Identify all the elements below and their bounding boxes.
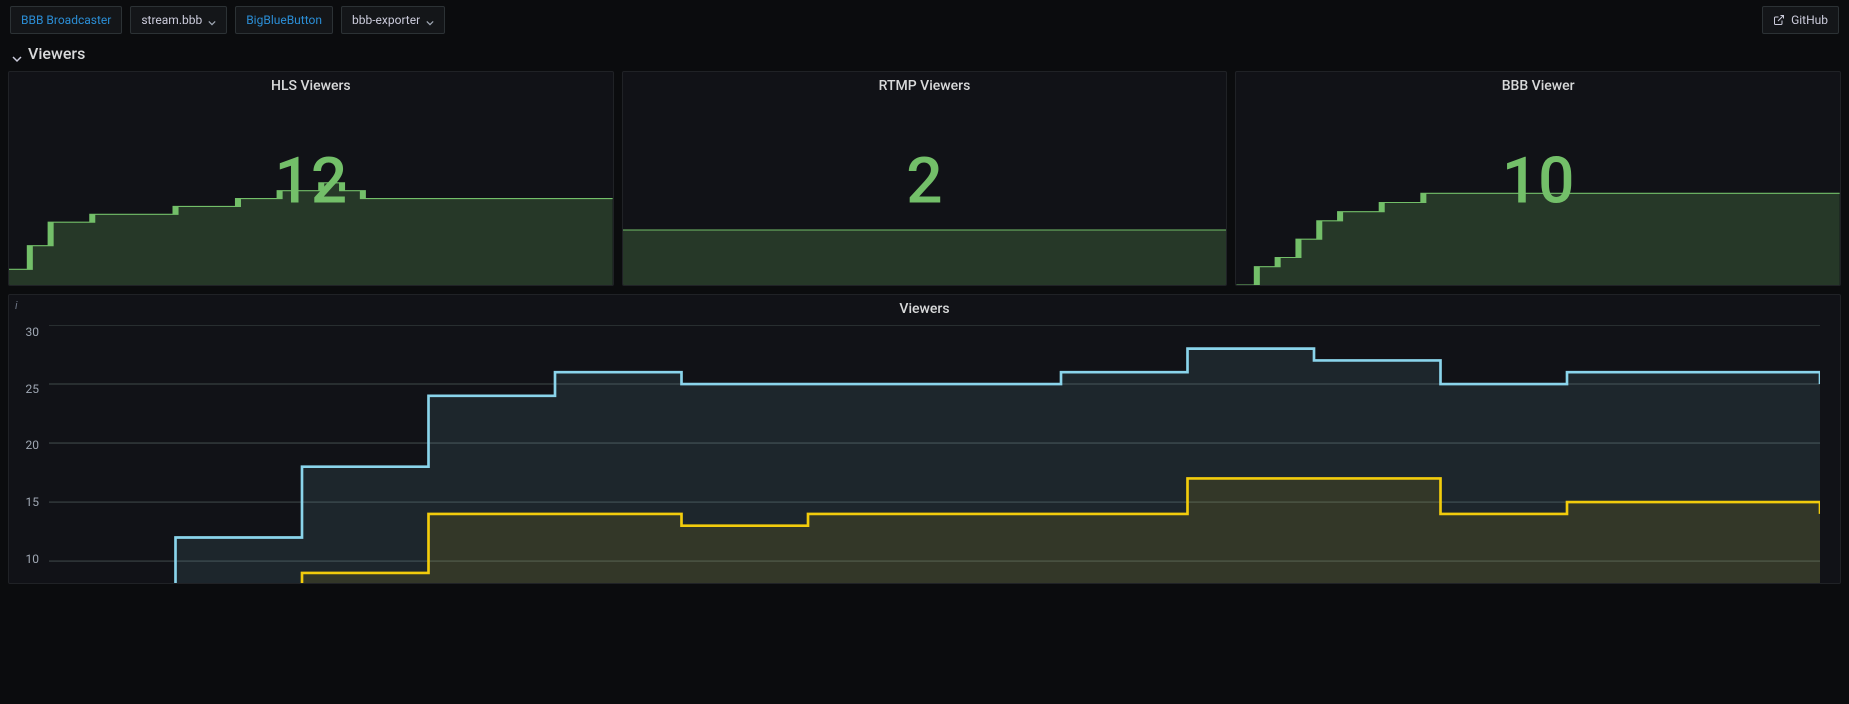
row-viewers-header[interactable]: Viewers — [0, 40, 1849, 67]
info-icon[interactable]: i — [15, 299, 18, 312]
panel-viewers-chart[interactable]: i Viewers 302520151050 17:4517:5017:5518… — [8, 294, 1841, 584]
dashboard-toolbar: BBB Broadcaster stream.bbb BigBlueButton… — [0, 0, 1849, 40]
chevron-down-icon — [208, 16, 216, 24]
stat-value: 10 — [1502, 144, 1575, 219]
stat-body: 2 — [623, 96, 1227, 285]
row-title: Viewers — [28, 44, 85, 63]
panel-title: BBB Viewer — [1236, 72, 1840, 96]
chart-svg — [49, 325, 1820, 584]
external-link-icon — [1773, 14, 1785, 26]
stat-value: 2 — [906, 144, 942, 219]
main-panel-wrap: i Viewers 302520151050 17:4517:5017:5518… — [0, 290, 1849, 592]
panel-rtmp-viewers[interactable]: RTMP Viewers 2 — [622, 71, 1228, 286]
y-tick: 20 — [26, 438, 40, 452]
chevron-down-icon — [12, 49, 22, 59]
stat-body: 12 — [9, 96, 613, 285]
var-bbb-broadcaster-label[interactable]: BBB Broadcaster — [10, 6, 122, 34]
var-bbb-broadcaster-select[interactable]: stream.bbb — [130, 6, 227, 34]
var-bigbluebutton-value: bbb-exporter — [352, 13, 420, 27]
var-bigbluebutton-select[interactable]: bbb-exporter — [341, 6, 445, 34]
panel-hls-viewers[interactable]: HLS Viewers 12 — [8, 71, 614, 286]
y-tick: 25 — [26, 382, 40, 396]
y-tick: 15 — [26, 495, 40, 509]
var-bigbluebutton-label[interactable]: BigBlueButton — [235, 6, 333, 34]
y-axis: 302520151050 — [9, 325, 45, 584]
panel-bbb-viewer[interactable]: BBB Viewer 10 — [1235, 71, 1841, 286]
stat-value: 12 — [274, 144, 347, 219]
chart-area: 302520151050 — [9, 319, 1840, 584]
stat-panels-row: HLS Viewers 12 RTMP Viewers 2 BBB Viewer… — [0, 67, 1849, 290]
stat-body: 10 — [1236, 96, 1840, 285]
panel-title: Viewers — [9, 295, 1840, 319]
y-tick: 10 — [26, 552, 40, 566]
y-tick: 30 — [26, 325, 40, 339]
var-bbb-broadcaster-value: stream.bbb — [141, 13, 202, 27]
chevron-down-icon — [426, 16, 434, 24]
panel-title: HLS Viewers — [9, 72, 613, 96]
github-link[interactable]: GitHub — [1762, 6, 1839, 34]
github-link-label: GitHub — [1791, 13, 1828, 27]
panel-title: RTMP Viewers — [623, 72, 1227, 96]
